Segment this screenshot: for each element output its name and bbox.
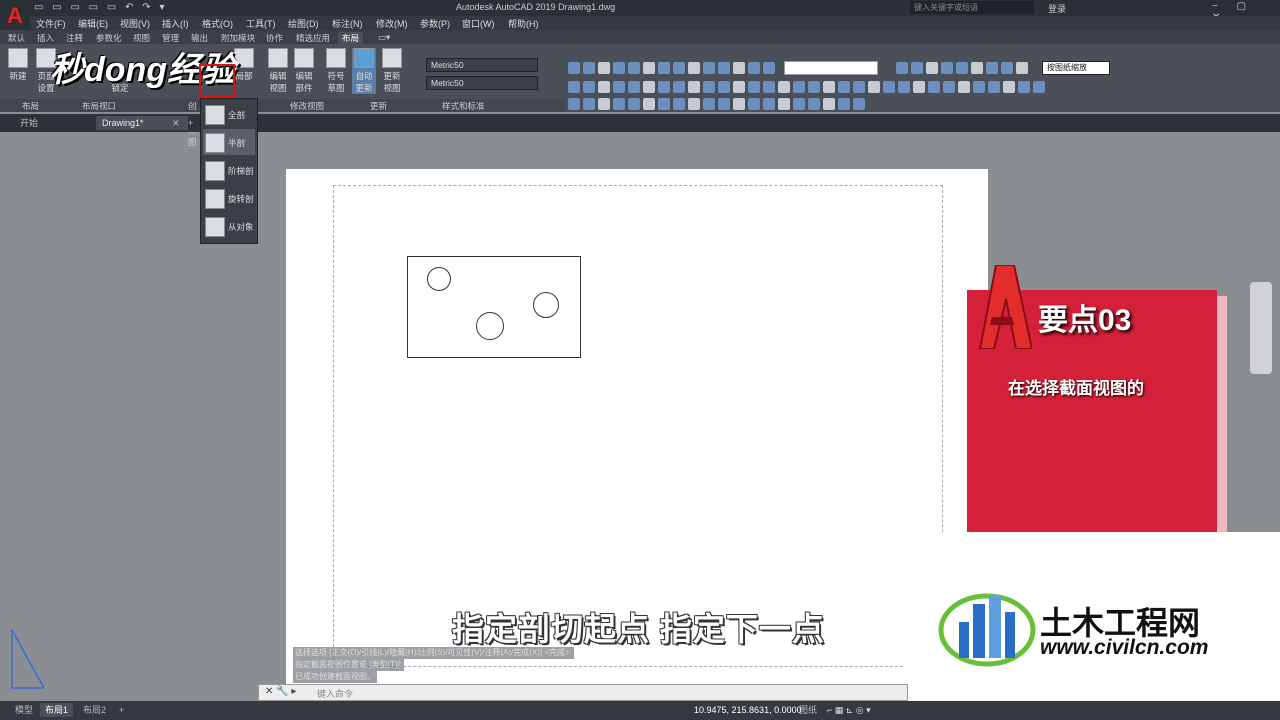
- half-section-icon: [205, 133, 225, 153]
- new-layout-icon: [8, 48, 28, 68]
- ribbon-panel-titles: 布局 布局视口 创建视图 修改视图 更新 样式和标准: [0, 99, 565, 147]
- update-view-icon: [382, 48, 402, 68]
- aligned-section-icon: [205, 189, 225, 209]
- panel-styles-standards[interactable]: 样式和标准: [442, 100, 485, 112]
- detail-view-icon: [234, 48, 254, 68]
- hole-circle[interactable]: [427, 267, 451, 291]
- status-bar: 模型 布局1 布局2 + 图纸 ⌐ ▦ ⊾ ◎ ▾: [0, 701, 1280, 720]
- menu-item-from-object[interactable]: 从对象: [203, 213, 255, 239]
- login-button[interactable]: 登录: [1048, 2, 1066, 15]
- new-tab-icon[interactable]: +: [182, 116, 199, 130]
- tab-layout2[interactable]: 布局2: [78, 703, 111, 717]
- command-history-line: 已成功创建截面视图。: [293, 671, 377, 683]
- title-bar: A ▭ ▭ ▭ ▭ ▭ ↶ ↷ ▾ Autodesk AutoCAD 2019 …: [0, 0, 1280, 32]
- from-object-icon: [205, 217, 225, 237]
- menu-view[interactable]: 视图(V): [120, 17, 150, 30]
- scale-dropdown[interactable]: 按图纸缩放: [1042, 61, 1110, 75]
- menu-help[interactable]: 帮助(H): [508, 17, 539, 30]
- tab-model[interactable]: 模型: [10, 703, 38, 717]
- autocad-logo-icon: [978, 265, 1032, 349]
- tab-layout1[interactable]: 布局1: [40, 703, 74, 717]
- symbol-sketch-button[interactable]: 符号 草图: [324, 48, 348, 94]
- search-input[interactable]: 键入关键字或短语: [910, 1, 1034, 14]
- document-tab-bar: 开始 Drawing1* ✕ +: [0, 114, 1280, 132]
- layer-input[interactable]: [784, 61, 878, 75]
- section-style-dropdown[interactable]: Metric50: [426, 58, 538, 72]
- section-view-dropdown: 全剖 半剖 阶梯剖 旋转剖 从对象: [200, 98, 258, 244]
- detail-view-button[interactable]: 局部: [232, 48, 256, 82]
- menu-insert[interactable]: 插入(I): [162, 17, 189, 30]
- quick-access-toolbar[interactable]: ▭ ▭ ▭ ▭ ▭ ↶ ↷ ▾: [34, 2, 167, 13]
- tab-home[interactable]: 默认: [8, 32, 25, 44]
- menu-item-half-section[interactable]: 半剖: [203, 129, 255, 155]
- menu-format[interactable]: 格式(O): [202, 17, 233, 30]
- command-input[interactable]: 键入命令: [317, 687, 353, 700]
- card-text: 在选择截面视图的: [1008, 379, 1144, 398]
- edit-view-icon: [268, 48, 288, 68]
- hole-circle[interactable]: [533, 292, 559, 318]
- new-layout-button[interactable]: 新建: [6, 48, 30, 82]
- tab-layout[interactable]: 布局: [338, 32, 364, 44]
- panel-update[interactable]: 更新: [370, 100, 387, 112]
- civilcn-logo-icon: [938, 593, 1036, 667]
- menu-tools[interactable]: 工具(T): [246, 17, 276, 30]
- window-title: Autodesk AutoCAD 2019 Drawing1.dwg: [456, 2, 616, 12]
- status-tools-icons[interactable]: ⌐ ▦ ⊾ ◎ ▾: [822, 703, 876, 717]
- navigation-bar[interactable]: [1250, 282, 1272, 374]
- menu-item-aligned-section[interactable]: 旋转剖: [203, 185, 255, 211]
- edit-view-button[interactable]: 编辑 视图: [266, 48, 290, 94]
- menu-bar: 文件(F) 编辑(E) 视图(V) 插入(I) 格式(O) 工具(T) 绘图(D…: [30, 16, 1280, 30]
- menu-item-full-section[interactable]: 全剖: [203, 101, 255, 127]
- tab-featured-apps[interactable]: 精选应用: [296, 32, 330, 44]
- coordinate-readout: 10.9475, 215.8631, 0.0000: [694, 705, 802, 715]
- menu-edit[interactable]: 编辑(E): [78, 17, 108, 30]
- ucs-icon: [11, 629, 45, 689]
- tab-overflow-icon[interactable]: ▭▾: [378, 32, 390, 43]
- site-url: www.civilcn.com: [1040, 636, 1209, 659]
- symbol-sketch-icon: [326, 48, 346, 68]
- auto-update-icon: [354, 48, 374, 68]
- command-history-line: 指定截面视图位置或 [类型(T)]:: [293, 659, 405, 671]
- tab-start[interactable]: 开始: [14, 116, 44, 130]
- toolbar-row-1b[interactable]: [896, 62, 1028, 74]
- edit-components-button[interactable]: 编辑 部件: [292, 48, 316, 94]
- tab-collaborate[interactable]: 协作: [266, 32, 283, 44]
- command-line[interactable]: ✕ 🔧 ▸ 键入命令: [258, 684, 908, 701]
- panel-modify-view[interactable]: 修改视图: [290, 100, 324, 112]
- update-view-button[interactable]: 更新 视图: [380, 48, 404, 94]
- hole-circle[interactable]: [476, 312, 504, 340]
- offset-section-icon: [205, 161, 225, 181]
- full-section-icon: [205, 105, 225, 125]
- application-menu-button[interactable]: A: [0, 0, 30, 32]
- menu-parametric[interactable]: 参数(P): [420, 17, 450, 30]
- menu-dimension[interactable]: 标注(N): [332, 17, 363, 30]
- auto-update-button[interactable]: 自动 更新: [352, 48, 376, 94]
- menu-modify[interactable]: 修改(M): [376, 17, 408, 30]
- drawing-part-rectangle[interactable]: [407, 256, 581, 358]
- menu-window[interactable]: 窗口(W): [462, 17, 495, 30]
- section-button-highlight[interactable]: [199, 64, 235, 98]
- edit-components-icon: [294, 48, 314, 68]
- panel-layout[interactable]: 布局: [22, 100, 39, 112]
- toolbar-row-2[interactable]: [568, 81, 1045, 93]
- command-history: 选择选项 [正交(O)/引线(L)/隐藏(H)/比例(S)/可见性(V)/注释(…: [293, 647, 668, 683]
- command-controls-icon[interactable]: ✕ 🔧 ▸: [265, 686, 296, 697]
- video-subtitle: 指定剖切起点 指定下一点: [452, 611, 825, 647]
- menu-file[interactable]: 文件(F): [36, 17, 66, 30]
- toolbar-row-3[interactable]: [568, 98, 865, 110]
- toolbar-row-1[interactable]: [568, 62, 775, 74]
- menu-draw[interactable]: 绘图(D): [288, 17, 319, 30]
- panel-layout-viewports[interactable]: 布局视口: [82, 100, 116, 112]
- menu-item-offset-section[interactable]: 阶梯剖: [203, 157, 255, 183]
- card-title: 要点03: [1038, 304, 1132, 337]
- add-layout-icon[interactable]: +: [114, 703, 129, 717]
- detail-style-dropdown[interactable]: Metric50: [426, 76, 538, 90]
